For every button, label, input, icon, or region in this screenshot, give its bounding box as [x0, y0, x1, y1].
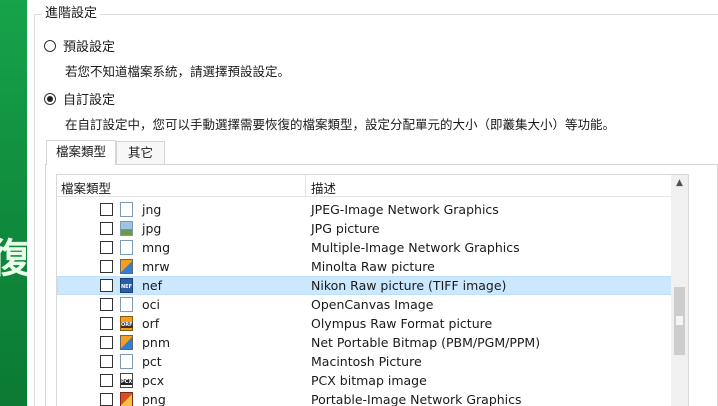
default-settings-option[interactable]: 預設設定: [44, 36, 115, 55]
custom-settings-option[interactable]: 自訂設定: [44, 89, 115, 108]
custom-settings-radio[interactable]: [44, 92, 56, 105]
group-box-border: [34, 14, 718, 15]
list-item[interactable]: pnm Net Portable Bitmap (PBM/PGM/PPM): [57, 333, 672, 352]
brand-strip: 復: [0, 0, 27, 406]
file-extension: nef: [142, 278, 163, 293]
file-icon: [120, 297, 133, 312]
scroll-thumb[interactable]: [674, 287, 685, 355]
list-item[interactable]: pct Macintosh Picture: [57, 352, 672, 371]
list-rows: jng JPEG-Image Network Graphics jpg JPG pic…: [57, 200, 672, 406]
tab-file-types[interactable]: 檔案類型: [46, 140, 116, 165]
png-icon: [120, 392, 133, 406]
file-extension: pct: [142, 354, 162, 369]
file-type-checkbox[interactable]: [100, 317, 113, 330]
file-extension: pcx: [142, 373, 165, 388]
file-extension: pnm: [142, 335, 171, 350]
file-type-checkbox[interactable]: [100, 203, 113, 216]
image-icon: [120, 221, 133, 236]
list-item[interactable]: orf Olympus Raw Format picture: [57, 314, 672, 333]
file-type-description: Net Portable Bitmap (PBM/PGM/PPM): [311, 335, 541, 350]
file-icon: [120, 202, 133, 217]
list-item[interactable]: png Portable-Image Network Graphics: [57, 390, 672, 406]
list-item[interactable]: pcx PCX bitmap image: [57, 371, 672, 390]
list-item[interactable]: mrw Minolta Raw picture: [57, 257, 672, 276]
column-separator[interactable]: [305, 175, 306, 197]
raw-icon: [120, 259, 133, 274]
list-item[interactable]: jpg JPG picture: [57, 219, 672, 238]
file-type-checkbox[interactable]: [100, 222, 113, 235]
column-header-type[interactable]: 檔案類型: [61, 178, 111, 197]
file-type-description: OpenCanvas Image: [311, 297, 434, 312]
file-type-checkbox[interactable]: [100, 279, 113, 292]
default-settings-description: 若您不知道檔案系統，請選擇預設設定。: [65, 64, 291, 79]
orf-icon: [120, 316, 133, 331]
file-type-list: 檔案類型 描述 jng JPEG-Image Network Graphics jp…: [56, 174, 689, 406]
list-item[interactable]: mng Multiple-Image Network Graphics: [57, 238, 672, 257]
list-header: 檔案類型 描述: [57, 175, 672, 197]
file-type-checkbox[interactable]: [100, 355, 113, 368]
file-type-description: Olympus Raw Format picture: [311, 316, 493, 331]
file-type-description: Multiple-Image Network Graphics: [311, 240, 520, 255]
default-settings-label[interactable]: 預設設定: [63, 36, 115, 55]
file-type-description: Minolta Raw picture: [311, 259, 435, 274]
file-type-checkbox[interactable]: [100, 336, 113, 349]
file-type-checkbox[interactable]: [100, 241, 113, 254]
file-extension: png: [142, 392, 166, 406]
file-type-checkbox[interactable]: [100, 260, 113, 273]
group-title: 進階設定: [42, 5, 101, 22]
file-type-description: JPG picture: [311, 221, 380, 236]
file-type-description: JPEG-Image Network Graphics: [311, 202, 499, 217]
file-icon: [120, 240, 133, 255]
custom-settings-label[interactable]: 自訂設定: [63, 89, 115, 108]
file-type-description: Portable-Image Network Graphics: [311, 392, 522, 406]
file-type-checkbox[interactable]: [100, 298, 113, 311]
file-type-description: PCX bitmap image: [311, 373, 427, 388]
file-type-description: Nikon Raw picture (TIFF image): [311, 278, 507, 293]
group-box-border-left: [34, 14, 35, 406]
file-extension: oci: [142, 297, 160, 312]
list-item[interactable]: jng JPEG-Image Network Graphics: [57, 200, 672, 219]
pcx-icon: [120, 373, 133, 388]
file-type-description: Macintosh Picture: [311, 354, 422, 369]
file-icon: [120, 354, 133, 369]
file-extension: orf: [142, 316, 160, 331]
file-type-checkbox[interactable]: [100, 393, 113, 406]
raw-icon: [120, 335, 133, 350]
file-extension: mrw: [142, 259, 170, 274]
file-extension: jpg: [142, 221, 162, 236]
file-type-checkbox[interactable]: [100, 374, 113, 387]
file-extension: jng: [142, 202, 162, 217]
nef-icon: [120, 278, 133, 293]
default-settings-radio[interactable]: [44, 39, 56, 52]
list-item[interactable]: nef Nikon Raw picture (TIFF image): [57, 276, 672, 295]
brand-logo-glyph: 復: [0, 236, 27, 282]
file-extension: mng: [142, 240, 171, 255]
list-item[interactable]: oci OpenCanvas Image: [57, 295, 672, 314]
custom-settings-description: 在自訂設定中，您可以手動選擇需要恢復的檔案類型，設定分配單元的大小（即叢集大小）…: [65, 117, 616, 132]
tab-other[interactable]: 其它: [116, 141, 165, 164]
scroll-up-arrow-icon[interactable]: ▲: [671, 175, 688, 192]
column-header-description[interactable]: 描述: [311, 178, 336, 197]
vertical-scrollbar[interactable]: ▲: [671, 175, 688, 406]
